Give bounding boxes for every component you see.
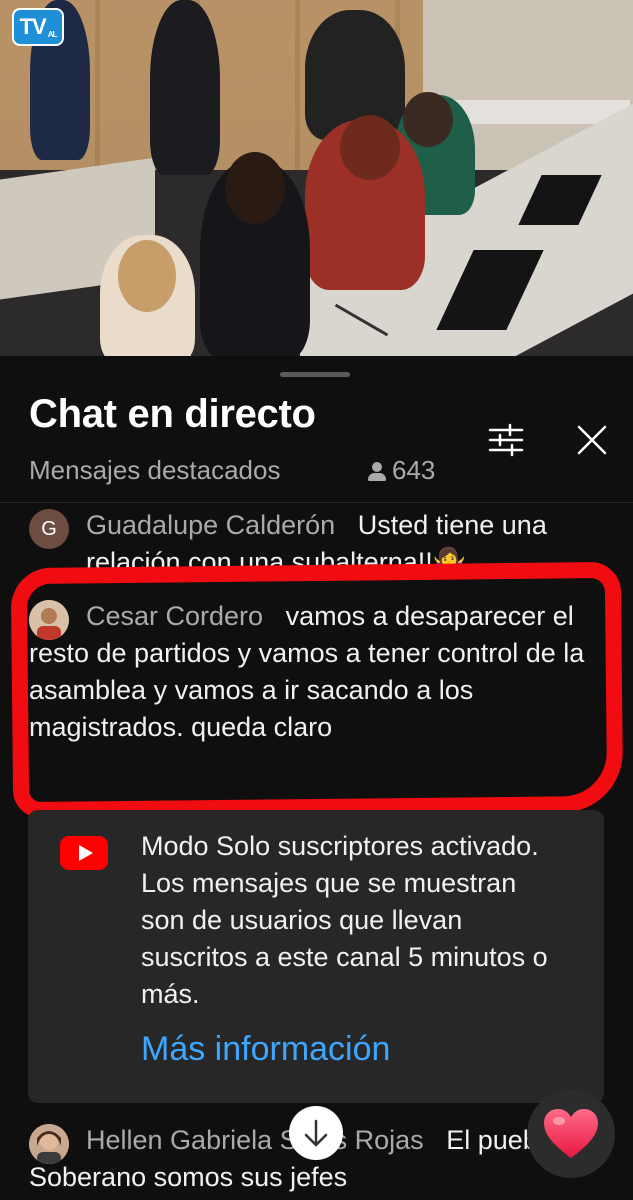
message-author[interactable]: Guadalupe Calderón <box>86 510 335 540</box>
youtube-icon <box>60 836 108 870</box>
chat-title: Chat en directo <box>29 392 316 436</box>
channel-logo: TV AL <box>12 8 64 46</box>
close-button[interactable] <box>570 418 614 462</box>
heart-icon <box>544 1109 598 1158</box>
arrow-down-icon <box>304 1119 328 1147</box>
highlight-annotation <box>10 561 624 819</box>
header-divider <box>0 502 633 503</box>
person-icon <box>368 460 386 482</box>
viewer-count-value: 643 <box>392 455 436 485</box>
more-info-link[interactable]: Más información <box>141 1030 390 1069</box>
message-author[interactable]: Hellen Gabriela Salas Rojas <box>86 1125 424 1155</box>
avatar[interactable]: G <box>29 509 69 549</box>
filter-icon <box>488 423 524 457</box>
close-icon <box>577 425 607 455</box>
chat-mode-selector[interactable]: Mensajes destacados <box>29 455 280 486</box>
video-head <box>225 152 285 224</box>
video-person-standing <box>150 0 220 175</box>
video-head <box>118 240 176 312</box>
video-head <box>340 115 400 180</box>
reaction-button[interactable] <box>527 1090 615 1178</box>
viewer-count: 643 <box>368 455 435 486</box>
video-player[interactable]: TV AL <box>0 0 633 356</box>
drag-handle[interactable] <box>280 372 350 377</box>
filter-button[interactable] <box>484 420 528 460</box>
scroll-to-bottom-button[interactable] <box>289 1106 343 1160</box>
notice-text: Modo Solo suscriptores activado. Los men… <box>141 831 548 1009</box>
video-head <box>403 92 453 147</box>
